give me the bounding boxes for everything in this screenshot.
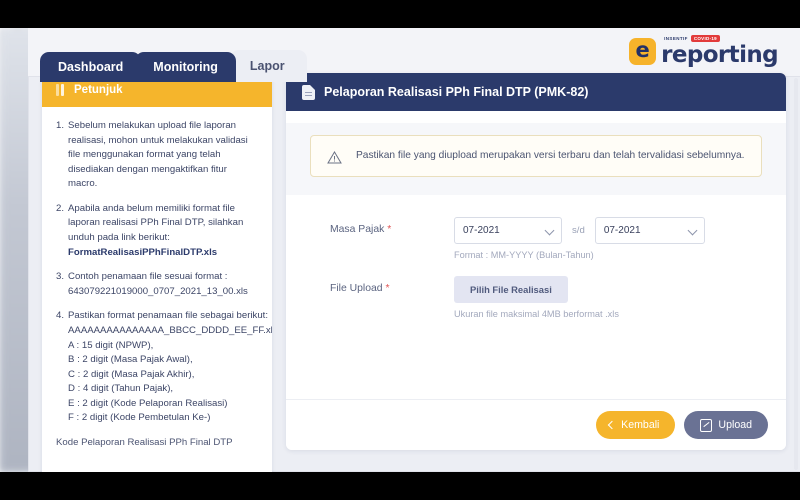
file-upload-label: File Upload * — [330, 276, 454, 294]
tab-dashboard[interactable]: Dashboard — [40, 52, 142, 82]
pattern-legend-f: F : 2 digit (Kode Pembetulan Ke-) — [68, 412, 211, 424]
instruction-text: Sebelum melakukan upload file laporan re… — [68, 120, 248, 190]
logo-tag-covid: COVID-19 — [690, 35, 720, 42]
warning-triangle-icon — [327, 151, 342, 164]
instruction-text-body: Apabila anda belum memiliki format file … — [68, 202, 244, 244]
warning-alert-text: Pastikan file yang diupload merupakan ve… — [356, 150, 745, 161]
chevron-left-icon — [607, 420, 617, 430]
file-upload-label-text: File Upload — [330, 283, 383, 294]
form-row-file-upload: File Upload * Pilih File Realisasi Ukura… — [330, 276, 760, 319]
masa-pajak-to-value: 07-2021 — [603, 225, 641, 236]
back-button-label: Kembali — [621, 419, 660, 431]
report-panel-header: Pelaporan Realisasi PPh Final DTP (PMK-8… — [286, 73, 786, 111]
upload-button-label: Upload — [718, 419, 752, 431]
masa-pajak-hint: Format : MM-YYYY (Bulan-Tahun) — [454, 250, 594, 260]
instruction-text-body: Contoh penamaan file sesuai format : — [68, 271, 228, 283]
instruction-text: Contoh penamaan file sesuai format : 643… — [68, 270, 258, 299]
upload-button[interactable]: Upload — [684, 411, 768, 439]
masa-pajak-from-select[interactable]: 07-2021 — [454, 217, 562, 244]
upload-form: Masa Pajak * 07-2021 s/d 07-2021 Format … — [304, 195, 768, 335]
page-scrollbar[interactable] — [794, 78, 798, 470]
back-button[interactable]: Kembali — [596, 411, 676, 439]
masa-pajak-to-select[interactable]: 07-2021 — [594, 217, 705, 244]
pattern-legend-d: D : 4 digit (Tahun Pajak), — [68, 383, 174, 395]
tab-lapor[interactable]: Lapor — [229, 50, 307, 82]
file-upload-hint: Ukuran file maksimal 4MB berformat .xls — [454, 309, 619, 319]
pattern-legend-e: E : 2 digit (Kode Pelaporan Realisasi) — [68, 397, 228, 409]
logo-e-icon: e — [629, 37, 657, 65]
instructions-body: 1. Sebelum melakukan upload file laporan… — [42, 107, 272, 451]
masa-pajak-control: 07-2021 s/d 07-2021 Format : MM-YYYY (Bu… — [454, 217, 760, 260]
file-upload-control: Pilih File Realisasi Ukuran file maksima… — [454, 276, 760, 319]
instruction-number: 4. — [56, 310, 65, 322]
chevron-down-icon — [687, 225, 698, 236]
masa-pajak-label: Masa Pajak * — [330, 217, 454, 235]
chevron-down-icon — [544, 225, 555, 236]
pattern-legend-b: B : 2 digit (Masa Pajak Awal), — [68, 354, 193, 366]
browser-viewport: e INSENTIF COVID-19 reporting Dashboard … — [0, 28, 800, 472]
masa-pajak-required-mark: * — [387, 224, 392, 235]
masa-pajak-label-text: Masa Pajak — [330, 224, 385, 235]
form-row-masa-pajak: Masa Pajak * 07-2021 s/d 07-2021 Format … — [330, 217, 760, 260]
tab-dashboard-label: Dashboard — [58, 60, 124, 74]
instruction-item: 4. Pastikan format penamaan file sebagai… — [56, 309, 272, 426]
format-download-link[interactable]: FormatRealisasiPPhFinalDTP.xls — [68, 246, 258, 261]
app-panel: e INSENTIF COVID-19 reporting Dashboard … — [28, 28, 800, 472]
tab-monitoring-label: Monitoring — [153, 60, 218, 74]
instruction-text-body: Pastikan format penamaan file sebagai be… — [68, 310, 268, 322]
alert-band: Pastikan file yang diupload merupakan ve… — [286, 123, 786, 195]
report-panel-footer: Kembali Upload — [286, 399, 786, 450]
tab-monitoring[interactable]: Monitoring — [135, 52, 236, 82]
instructions-card: Petunjuk 1. Sebelum melakukan upload fil… — [42, 73, 272, 472]
example-filename: 643079221019000_0707_2021_13_00.xls — [68, 285, 248, 297]
range-separator: s/d — [572, 225, 585, 236]
pattern-legend-a: A : 15 digit (NPWP), — [68, 339, 154, 351]
instruction-number: 2. — [56, 202, 65, 214]
choose-file-button[interactable]: Pilih File Realisasi — [454, 276, 568, 303]
instructions-tail: Kode Pelaporan Realisasi PPh Final DTP — [56, 436, 233, 448]
brand-logo: e INSENTIF COVID-19 reporting — [629, 35, 779, 68]
masa-pajak-from-value: 07-2021 — [463, 225, 500, 236]
book-icon — [56, 84, 67, 96]
file-upload-required-mark: * — [385, 283, 390, 294]
upload-icon — [700, 418, 713, 432]
report-panel-title: Pelaporan Realisasi PPh Final DTP (PMK-8… — [324, 85, 589, 99]
instruction-number: 1. — [56, 120, 65, 131]
instruction-item: 3. Contoh penamaan file sesuai format : … — [56, 270, 258, 299]
screen-letterbox: e INSENTIF COVID-19 reporting Dashboard … — [0, 0, 800, 500]
instruction-item: 2. Apabila anda belum memiliki format fi… — [56, 202, 258, 260]
logo-tags: INSENTIF COVID-19 — [664, 35, 720, 42]
document-icon — [302, 84, 315, 100]
instruction-number: 3. — [56, 271, 65, 283]
instructions-header-label: Petunjuk — [74, 84, 123, 96]
report-panel-body: Pastikan file yang diupload merupakan ve… — [286, 111, 786, 399]
report-panel: Pelaporan Realisasi PPh Final DTP (PMK-8… — [286, 73, 786, 450]
tab-lapor-label: Lapor — [249, 59, 285, 73]
pattern-legend-c: C : 2 digit (Masa Pajak Akhir), — [68, 368, 195, 380]
instruction-text: Apabila anda belum memiliki format file … — [68, 202, 258, 260]
instruction-item: 1. Sebelum melakukan upload file laporan… — [56, 119, 258, 192]
masa-pajak-range: 07-2021 s/d 07-2021 — [454, 217, 760, 244]
logo-tag-insentif: INSENTIF — [664, 36, 688, 41]
instruction-text: Pastikan format penamaan file sebagai be… — [68, 309, 272, 426]
main-tabs: Dashboard Monitoring Lapor — [40, 50, 307, 82]
warning-alert: Pastikan file yang diupload merupakan ve… — [310, 135, 762, 177]
filename-pattern: AAAAAAAAAAAAAAA_BBCC_DDDD_EE_FF.xls — [68, 324, 272, 336]
logo-text: INSENTIF COVID-19 reporting — [661, 35, 779, 68]
logo-wordmark: reporting — [661, 42, 778, 68]
